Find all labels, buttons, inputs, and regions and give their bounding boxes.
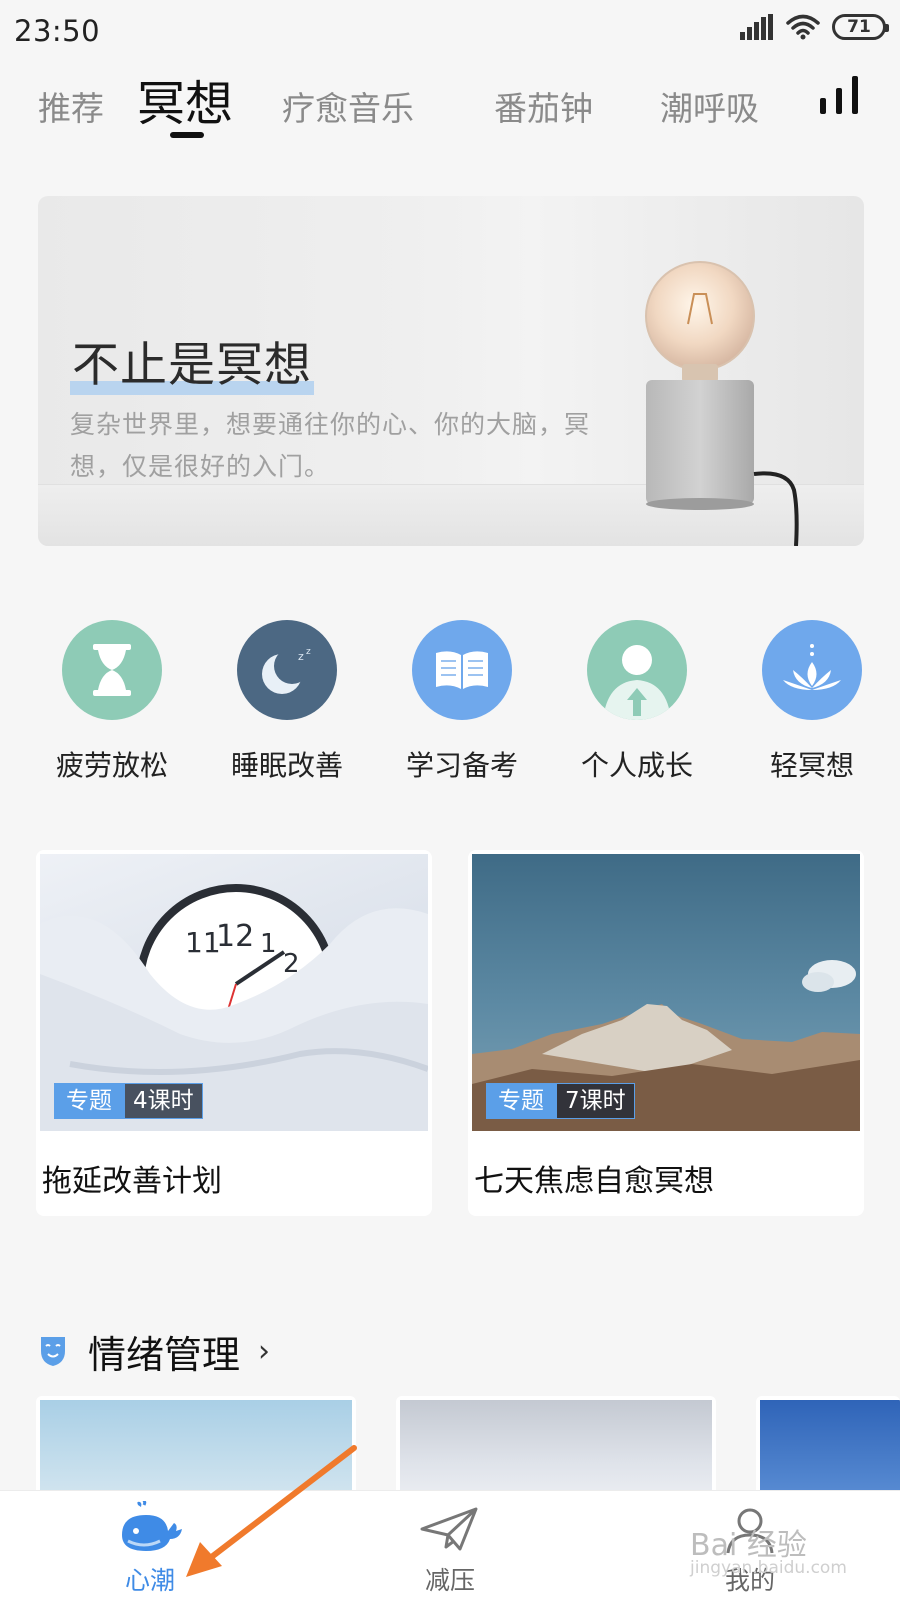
status-icons: 71 [740, 14, 889, 40]
mask-icon [41, 1337, 65, 1366]
banner-title: 不止是冥想 [70, 326, 314, 395]
course-card-procrastination[interactable]: 12 11 1 2 专题 4课时 拖延改善计划 [36, 850, 432, 1216]
book-icon [412, 620, 512, 720]
svg-text:z: z [306, 647, 311, 657]
svg-text:11: 11 [185, 926, 221, 959]
tab-healing-music[interactable]: 疗愈音乐 [282, 82, 414, 130]
course-lessons: 4课时 [124, 1083, 203, 1119]
course-image: 专题 7课时 [472, 854, 860, 1131]
course-badge: 专题 7课时 [486, 1083, 635, 1119]
course-image: 12 11 1 2 专题 4课时 [40, 854, 428, 1131]
category-label: 疲劳放松 [55, 749, 168, 782]
paper-plane-icon [420, 1507, 478, 1551]
person-growth-icon [587, 620, 687, 720]
course-title: 七天焦虑自愈冥想 [474, 1164, 714, 1199]
category-light-meditation[interactable]: 轻冥想 [742, 620, 882, 784]
emotion-management-header[interactable]: 情绪管理 › [40, 1326, 271, 1377]
tab-meditation[interactable]: 冥想 [137, 64, 233, 134]
chevron-right-icon: › [258, 1333, 271, 1369]
category-label: 轻冥想 [769, 749, 854, 782]
tab-pomodoro[interactable]: 番茄钟 [494, 82, 593, 130]
course-tag: 专题 [486, 1083, 556, 1119]
battery-indicator: 71 [832, 14, 889, 40]
course-card-anxiety[interactable]: 专题 7课时 七天焦虑自愈冥想 [468, 850, 864, 1216]
meditation-categories: 疲劳放松 z z 睡眠改善 学习备考 个人成长 轻冥想 [0, 620, 900, 790]
nav-xinchao[interactable]: 心潮 [50, 1491, 250, 1600]
lotus-icon [762, 620, 862, 720]
active-tab-indicator [170, 132, 204, 138]
status-bar: 23:50 71 [0, 0, 900, 62]
course-lessons: 7课时 [556, 1083, 635, 1119]
course-tag: 专题 [54, 1083, 124, 1119]
tab-tide-breathing[interactable]: 潮呼吸 [660, 82, 759, 130]
svg-text:1: 1 [260, 929, 277, 959]
status-time: 23:50 [14, 14, 101, 48]
category-sleep-improve[interactable]: z z 睡眠改善 [217, 620, 357, 784]
moon-sleep-icon: z z [237, 620, 337, 720]
category-label: 学习备考 [405, 749, 518, 782]
category-fatigue-relax[interactable]: 疲劳放松 [42, 620, 182, 784]
hourglass-icon [62, 620, 162, 720]
category-study-exam[interactable]: 学习备考 [392, 620, 532, 784]
category-tabs: 推荐 冥想 疗愈音乐 番茄钟 潮呼吸 [0, 62, 900, 142]
lamp-illustration [645, 261, 799, 546]
category-label: 个人成长 [580, 749, 693, 782]
category-label: 睡眠改善 [230, 749, 343, 782]
svg-text:z: z [298, 650, 304, 663]
category-personal-growth[interactable]: 个人成长 [567, 620, 707, 784]
nav-label: 心潮 [124, 1566, 175, 1595]
nav-label: 减压 [424, 1566, 475, 1595]
banner-description: 复杂世界里，想要通往你的心、你的大脑，冥想，仅是很好的入门。 [70, 410, 591, 481]
course-title: 拖延改善计划 [42, 1164, 222, 1199]
whale-icon [122, 1501, 182, 1551]
course-badge: 专题 4课时 [54, 1083, 203, 1119]
nav-stress-relief[interactable]: 减压 [350, 1491, 550, 1600]
signal-icon [740, 14, 773, 40]
wifi-icon [786, 14, 820, 40]
svg-text:12: 12 [216, 919, 254, 954]
tab-recommend[interactable]: 推荐 [38, 82, 104, 130]
ranking-icon[interactable] [818, 76, 864, 116]
watermark-url: jingyan.baidu.com [690, 1558, 847, 1578]
section-title: 情绪管理 [88, 1332, 241, 1377]
hero-banner[interactable]: 不止是冥想 复杂世界里，想要通往你的心、你的大脑，冥想，仅是很好的入门。 [38, 196, 864, 546]
